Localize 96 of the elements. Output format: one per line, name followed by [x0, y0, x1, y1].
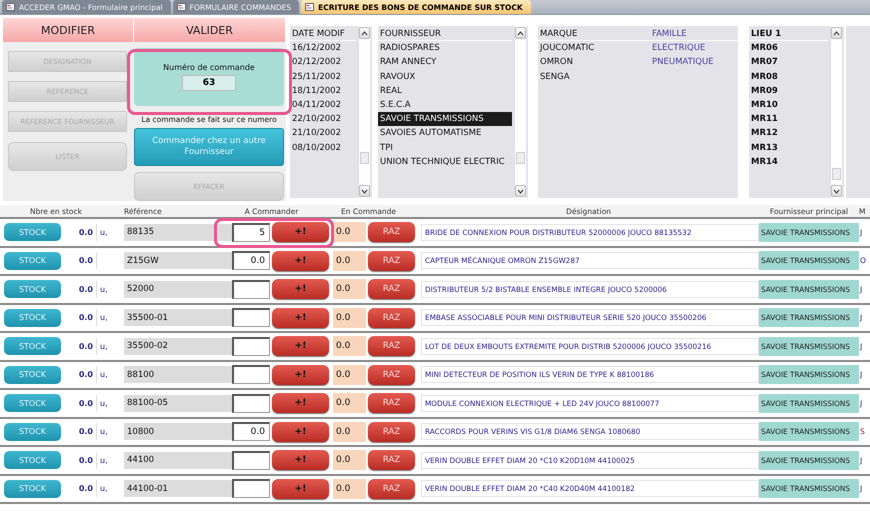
- list-item[interactable]: RAVOUX: [378, 70, 512, 84]
- reference-field: 88100: [124, 366, 232, 384]
- list-item[interactable]: MR13: [749, 140, 828, 155]
- add-button[interactable]: +!: [272, 450, 329, 470]
- list-item[interactable]: MR07: [749, 55, 828, 70]
- list-item[interactable]: JOUCOMATIC: [540, 41, 652, 56]
- column-label: FAMILLE: [652, 28, 688, 41]
- list-header: DATE MODIF: [290, 27, 356, 42]
- order-quantity-input[interactable]: [232, 336, 270, 356]
- add-button[interactable]: +!: [272, 478, 329, 499]
- add-button[interactable]: +!: [272, 222, 329, 242]
- reference-field: 44100-01: [124, 480, 232, 498]
- list-item[interactable]: MR11: [749, 112, 828, 126]
- add-button[interactable]: +!: [272, 422, 329, 442]
- reference-field: 52000: [124, 280, 232, 298]
- ordered-quantity: 0.0: [333, 336, 366, 356]
- ordered-quantity: 0.0: [333, 422, 366, 442]
- brand-list[interactable]: MARQUE FAMILLE JOUCOMATIC ELECTRIQUE OMRON PNEUMATIQUE SENGA: [538, 26, 738, 198]
- order-quantity-input[interactable]: [232, 308, 270, 328]
- order-quantity-input[interactable]: [232, 450, 270, 470]
- list-item[interactable]: RAM ANNECY: [378, 55, 512, 70]
- ordered-quantity: 0.0: [333, 393, 366, 414]
- scroll-down-icon[interactable]: [831, 185, 842, 197]
- validate-button[interactable]: VALIDER: [134, 18, 286, 42]
- list-item[interactable]: PNEUMATIQUE: [652, 55, 738, 70]
- list-item[interactable]: MR09: [749, 84, 828, 98]
- list-item[interactable]: RADIOSPARES: [378, 41, 512, 56]
- list-item[interactable]: OMRON: [540, 55, 652, 70]
- ordered-quantity: 0.0: [333, 222, 366, 242]
- add-button[interactable]: +!: [272, 393, 329, 414]
- list-item[interactable]: SAVOIE TRANSMISSIONS: [378, 112, 512, 126]
- list-item[interactable]: SENGA: [540, 70, 652, 84]
- scroll-up-icon[interactable]: [831, 27, 842, 39]
- list-item[interactable]: ELECTRIQUE: [652, 41, 738, 56]
- add-button[interactable]: +!: [272, 308, 329, 328]
- scrollbar-thumb[interactable]: [516, 152, 525, 164]
- location-list[interactable]: LIEU 1 MR06 MR07 MR08 MR09 MR10 MR11 MR12 MR13 MR14: [749, 26, 844, 198]
- form-icon: [6, 3, 15, 11]
- list-header: LIEU 1: [749, 27, 828, 42]
- list-item[interactable]: REAL: [378, 84, 512, 98]
- order-number-field[interactable]: 63: [182, 75, 236, 91]
- add-button[interactable]: +!: [272, 364, 329, 385]
- ordered-quantity: 0.0: [333, 279, 366, 300]
- ordered-quantity: 0.0: [333, 478, 366, 499]
- list-item[interactable]: 08/10/2002: [290, 140, 356, 155]
- order-quantity-input[interactable]: [232, 479, 270, 498]
- order-quantity-input[interactable]: [232, 365, 270, 384]
- list-item[interactable]: 22/10/2002: [290, 112, 356, 126]
- form-icon: [176, 3, 186, 11]
- order-quantity-input[interactable]: 0.0: [232, 251, 270, 270]
- list-item[interactable]: 21/10/2002: [290, 126, 356, 140]
- list-item[interactable]: SAVOIES AUTOMATISME: [378, 126, 512, 140]
- scroll-up-icon[interactable]: [515, 27, 526, 39]
- list-item[interactable]: UNION TECHNIQUE ELECTRIC: [378, 154, 512, 169]
- add-button[interactable]: +!: [272, 336, 329, 356]
- reference-field: Z15GW: [124, 252, 232, 270]
- ordered-quantity: 0.0: [333, 364, 366, 385]
- reference-field: 10800: [124, 423, 232, 440]
- list-item[interactable]: S.E.C.A: [378, 98, 512, 112]
- scrollbar-thumb[interactable]: [360, 152, 369, 164]
- list-item[interactable]: MR12: [749, 126, 828, 140]
- reference-field: 88100-05: [124, 394, 232, 412]
- ordered-quantity: 0.0: [333, 308, 366, 328]
- list-item[interactable]: 04/11/2002: [290, 98, 356, 112]
- list-item[interactable]: 16/12/2002: [290, 41, 356, 56]
- column-label: MARQUE: [540, 28, 578, 41]
- order-quantity-input[interactable]: [232, 394, 270, 413]
- list-item[interactable]: MR14: [749, 154, 828, 169]
- list-item[interactable]: MR08: [749, 70, 828, 84]
- add-button[interactable]: +!: [272, 279, 329, 300]
- reference-field: 44100: [124, 452, 232, 469]
- reference-field: 35500-01: [124, 309, 232, 326]
- scroll-down-icon[interactable]: [515, 185, 526, 197]
- list-item[interactable]: MR06: [749, 41, 828, 56]
- order-quantity-input[interactable]: 5: [232, 222, 270, 242]
- order-quantity-input[interactable]: [232, 280, 270, 299]
- list-header: FOURNISSEUR: [378, 27, 512, 42]
- list-item[interactable]: 18/11/2002: [290, 84, 356, 98]
- supplier-list[interactable]: FOURNISSEUR RADIOSPARES RAM ANNECY RAVOUX REAL S.E.C.A SAVOIE TRANSMISSIONS SAVOIES AUTOMATISME TPI UNION TECHNIQUE ELECTRIC: [378, 26, 528, 198]
- list-item[interactable]: MR10: [749, 98, 828, 112]
- list-item[interactable]: 25/11/2002: [290, 70, 356, 84]
- ordered-quantity: 0.0: [333, 250, 366, 271]
- order-quantity-input[interactable]: 0.0: [232, 422, 270, 442]
- form-icon: [305, 3, 314, 11]
- ordered-quantity: 0.0: [333, 450, 366, 470]
- list-item[interactable]: 02/12/2002: [290, 55, 356, 70]
- date-list[interactable]: DATE MODIF 16/12/2002 02/12/2002 25/11/2002 18/11/2002 04/11/2002 22/10/2002 21/10/2002 08/10/2002: [290, 26, 372, 198]
- reference-field: 88135: [124, 224, 232, 241]
- modify-button[interactable]: MODIFIER: [3, 18, 134, 42]
- scroll-down-icon[interactable]: [359, 185, 370, 197]
- scrollbar-thumb[interactable]: [832, 168, 841, 180]
- order-number-label: Numéro de commande: [163, 63, 255, 72]
- add-button[interactable]: +!: [272, 250, 329, 271]
- list-item[interactable]: TPI: [378, 140, 512, 155]
- reference-field: 35500-02: [124, 338, 232, 355]
- scroll-up-icon[interactable]: [359, 27, 370, 39]
